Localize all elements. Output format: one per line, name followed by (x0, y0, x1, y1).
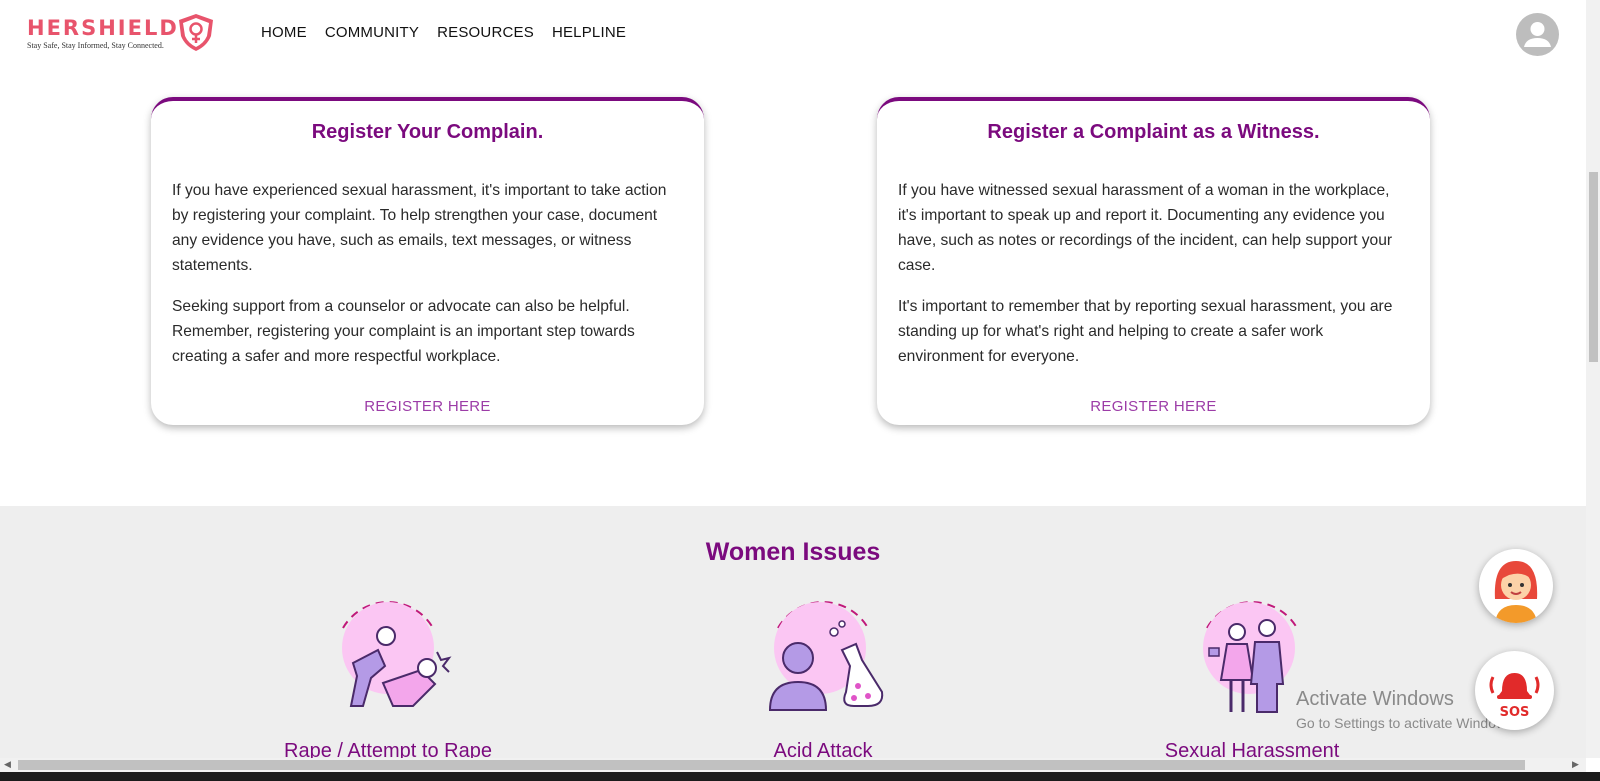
card-paragraph: It's important to remember that by repor… (898, 298, 1393, 365)
brand-name: HERSHIELD (27, 16, 179, 40)
nav-home[interactable]: HOME (261, 24, 307, 41)
horizontal-scrollbar[interactable]: ◀ ▶ (0, 758, 1586, 772)
section-title: Women Issues (705, 538, 881, 566)
assault-icon (342, 601, 452, 707)
scroll-left-icon[interactable]: ◀ (4, 759, 11, 770)
register-here-link[interactable]: REGISTER HERE (151, 398, 704, 415)
issue-sexual-harassment[interactable]: Sexual Harassment (1122, 588, 1382, 762)
card-title: Register a Complaint as a Witness. (987, 121, 1320, 143)
card-body: If you have experienced sexual harassmen… (172, 178, 682, 385)
assistant-chat-button[interactable] (1479, 549, 1553, 623)
card-paragraph: If you have witnessed sexual harassment … (898, 182, 1393, 274)
card-title: Register Your Complain. (311, 121, 544, 143)
main-nav: HOME COMMUNITY RESOURCES HELPLINE (261, 24, 626, 41)
register-complaint-card: Register Your Complain. If you have expe… (151, 97, 704, 425)
witness-complaint-card: Register a Complaint as a Witness. If yo… (877, 97, 1430, 425)
assistant-avatar-icon (1494, 561, 1538, 623)
brand-logo[interactable]: HERSHIELD Stay Safe, Stay Informed, Stay… (27, 14, 217, 54)
acid-attack-icon (768, 601, 884, 711)
top-navbar: HERSHIELD Stay Safe, Stay Informed, Stay… (0, 0, 1586, 68)
sos-button[interactable]: SOS (1475, 651, 1554, 730)
vertical-scrollbar[interactable] (1586, 0, 1600, 758)
scroll-right-icon[interactable]: ▶ (1572, 759, 1579, 770)
sos-label: SOS (1500, 705, 1530, 720)
horizontal-scroll-thumb[interactable] (18, 760, 1525, 770)
nav-helpline[interactable]: HELPLINE (552, 24, 626, 41)
nav-community[interactable]: COMMUNITY (325, 24, 419, 41)
shield-female-icon (179, 14, 213, 51)
os-taskbar (0, 772, 1600, 781)
nav-resources[interactable]: RESOURCES (437, 24, 534, 41)
card-body: If you have witnessed sexual harassment … (898, 178, 1408, 385)
card-paragraph: If you have experienced sexual harassmen… (172, 182, 667, 274)
register-here-link[interactable]: REGISTER HERE (877, 398, 1430, 415)
brand-tagline: Stay Safe, Stay Informed, Stay Connected… (27, 41, 164, 50)
watermark-subtitle: Go to Settings to activate Windows. (1296, 715, 1517, 731)
vertical-scroll-thumb[interactable] (1589, 172, 1598, 362)
issue-acid-attack[interactable]: Acid Attack (693, 588, 953, 762)
card-paragraph: Seeking support from a counselor or advo… (172, 298, 635, 365)
alarm-bell-icon: SOS (1489, 673, 1540, 720)
user-avatar-icon[interactable] (1516, 13, 1559, 56)
issue-rape[interactable]: Rape / Attempt to Rape (258, 588, 518, 762)
